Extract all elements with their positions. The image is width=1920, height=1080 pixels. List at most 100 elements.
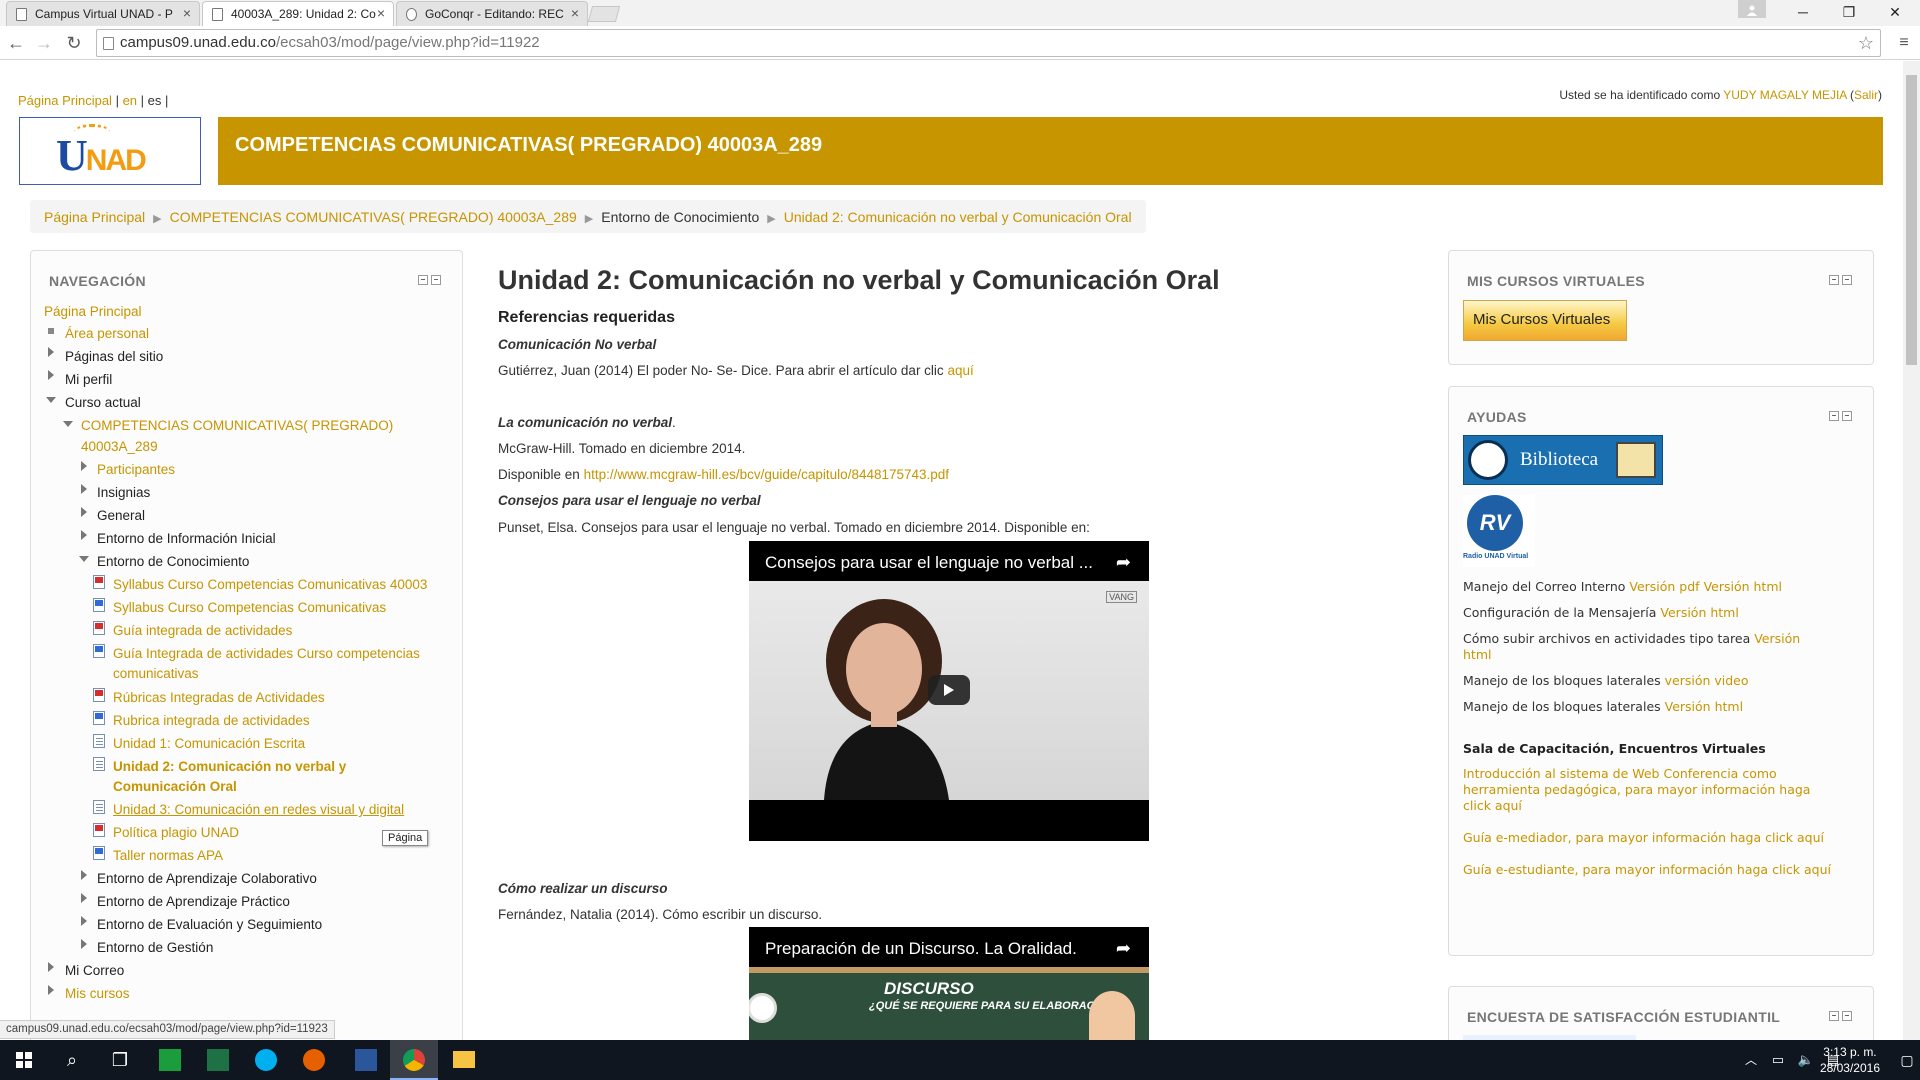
expand-icon[interactable] xyxy=(81,507,87,517)
collapse-icon[interactable] xyxy=(418,275,428,285)
nav-current-course[interactable]: Curso actual xyxy=(65,395,141,410)
nav-rubrica-2[interactable]: Rubrica integrada de actividades xyxy=(113,713,310,728)
nav-unidad-1[interactable]: Unidad 1: Comunicación Escrita xyxy=(113,736,305,751)
block-controls[interactable] xyxy=(1829,409,1855,421)
play-button[interactable] xyxy=(928,675,970,705)
expand-icon[interactable] xyxy=(81,916,87,926)
expand-icon[interactable] xyxy=(81,461,87,471)
breadcrumb-current[interactable]: Unidad 2: Comunicación no verbal y Comun… xyxy=(784,209,1132,225)
bloques-html-link[interactable]: Versión html xyxy=(1665,699,1743,714)
mcgraw-hill-link[interactable]: http://www.mcgraw-hill.es/bcv/guide/capi… xyxy=(584,467,949,482)
firefox-icon[interactable] xyxy=(290,1040,338,1080)
nav-course-name[interactable]: COMPETENCIAS COMUNICATIVAS( PREGRADO) xyxy=(81,418,393,433)
reload-icon[interactable]: ↻ xyxy=(62,31,86,55)
nav-general[interactable]: General xyxy=(97,508,145,523)
nav-badges[interactable]: Insignias xyxy=(97,485,150,500)
close-icon[interactable]: × xyxy=(571,5,579,21)
nav-gestion[interactable]: Entorno de Gestión xyxy=(97,940,213,955)
bloques-video-link[interactable]: versión video xyxy=(1665,673,1749,688)
close-window-button[interactable]: ✕ xyxy=(1872,1,1918,23)
nav-guia-1[interactable]: Guía integrada de actividades xyxy=(113,623,292,638)
correo-html-link[interactable]: Versión html xyxy=(1704,579,1782,594)
expand-icon[interactable] xyxy=(81,893,87,903)
nav-practico[interactable]: Entorno de Aprendizaje Práctico xyxy=(97,894,290,909)
nav-taller-apa[interactable]: Taller normas APA xyxy=(113,848,223,863)
collapse-arrow-icon[interactable] xyxy=(63,421,73,427)
network-icon[interactable]: ▭ xyxy=(1764,1040,1792,1080)
expand-icon[interactable] xyxy=(81,484,87,494)
nav-colaborativo[interactable]: Entorno de Aprendizaje Colaborativo xyxy=(97,871,317,886)
user-profile-icon[interactable] xyxy=(1738,0,1766,18)
dock-icon[interactable] xyxy=(431,275,441,285)
video-title[interactable]: Consejos para usar el lenguaje no verbal… xyxy=(765,553,1093,573)
word-icon[interactable] xyxy=(342,1040,390,1080)
nav-course-code[interactable]: 40003A_289 xyxy=(81,439,158,454)
block-controls[interactable] xyxy=(418,273,444,285)
nav-home[interactable]: Página Principal xyxy=(44,304,142,319)
close-icon[interactable]: × xyxy=(377,5,385,21)
dock-icon[interactable] xyxy=(1842,1011,1852,1021)
clock[interactable]: 3:13 p. m. 28/03/2016 xyxy=(1820,1044,1880,1076)
mensajeria-html-link[interactable]: Versión html xyxy=(1660,605,1738,620)
nav-guia-2[interactable]: Guía Integrada de actividades Curso comp… xyxy=(113,646,420,661)
nav-evaluacion[interactable]: Entorno de Evaluación y Seguimiento xyxy=(97,917,322,932)
nav-syllabus-2[interactable]: Syllabus Curso Competencias Comunicativa… xyxy=(113,600,386,615)
nav-participants[interactable]: Participantes xyxy=(97,462,175,477)
subir-archivos-link[interactable]: Versión xyxy=(1754,631,1800,646)
nav-unidad-2[interactable]: Unidad 2: Comunicación no verbal y xyxy=(113,759,346,774)
nav-conocimiento[interactable]: Entorno de Conocimiento xyxy=(97,554,249,569)
sala-link-1[interactable]: Introducción al sistema de Web Conferenc… xyxy=(1463,766,1777,782)
collapse-arrow-icon[interactable] xyxy=(79,556,89,562)
nav-politica-plagio[interactable]: Política plagio UNAD xyxy=(113,825,239,840)
nav-rubricas-1[interactable]: Rúbricas Integradas de Actividades xyxy=(113,690,325,705)
scrollbar-thumb[interactable] xyxy=(1906,75,1917,365)
search-icon[interactable]: ⌕ xyxy=(48,1040,96,1080)
video-title[interactable]: Preparación de un Discurso. La Oralidad. xyxy=(765,939,1077,959)
page-scrollbar[interactable] xyxy=(1903,61,1920,1040)
app-green-icon[interactable] xyxy=(146,1040,194,1080)
nav-mi-correo[interactable]: Mi Correo xyxy=(65,963,124,978)
minimize-button[interactable]: ─ xyxy=(1780,1,1826,23)
collapse-icon[interactable] xyxy=(1829,275,1839,285)
logout-link[interactable]: Salir xyxy=(1854,88,1878,102)
home-link[interactable]: Página Principal xyxy=(18,93,112,108)
block-controls[interactable] xyxy=(1829,273,1855,285)
nav-guia-2-cont[interactable]: comunicativas xyxy=(113,666,199,681)
aqui-link[interactable]: aquí xyxy=(947,363,973,378)
star-icon[interactable]: ☆ xyxy=(1858,30,1874,56)
expand-icon[interactable] xyxy=(48,962,54,972)
windows-start-icon[interactable] xyxy=(0,1040,48,1080)
chrome-icon[interactable] xyxy=(390,1040,438,1080)
nav-site-pages[interactable]: Páginas del sitio xyxy=(65,349,163,364)
nav-unidad-3[interactable]: Unidad 3: Comunicación en redes visual y… xyxy=(113,802,404,817)
file-explorer-icon[interactable] xyxy=(440,1040,488,1080)
nav-unidad-2-cont[interactable]: Comunicación Oral xyxy=(113,779,237,794)
breadcrumb-course[interactable]: COMPETENCIAS COMUNICATIVAS( PREGRADO) 40… xyxy=(170,209,577,225)
chevron-up-icon[interactable]: ︿ xyxy=(1736,1040,1766,1080)
new-tab-button[interactable] xyxy=(587,6,621,22)
dock-icon[interactable] xyxy=(1842,275,1852,285)
forward-icon[interactable]: → xyxy=(32,31,56,55)
address-bar[interactable]: campus09.unad.edu.co/ecsah03/mod/page/vi… xyxy=(96,29,1881,57)
expand-icon[interactable] xyxy=(48,347,54,357)
dock-icon[interactable] xyxy=(1842,411,1852,421)
nav-syllabus-1[interactable]: Syllabus Curso Competencias Comunicativa… xyxy=(113,577,427,592)
sala-link-1-cont[interactable]: click aquí xyxy=(1463,798,1522,814)
excel-icon[interactable] xyxy=(194,1040,242,1080)
nav-mis-cursos[interactable]: Mis cursos xyxy=(65,986,130,1001)
sala-link-mediador[interactable]: Guía e-mediador, para mayor información … xyxy=(1463,830,1824,846)
nav-area-personal[interactable]: Área personal xyxy=(65,326,149,341)
sala-link-1-cont[interactable]: herramienta pedagógica, para mayor infor… xyxy=(1463,782,1810,798)
menu-icon[interactable]: ≡ xyxy=(1892,31,1916,55)
browser-tab-campus[interactable]: Campus Virtual UNAD - P × xyxy=(6,1,200,26)
browser-tab-unidad[interactable]: 40003A_289: Unidad 2: Co × xyxy=(202,1,394,26)
radio-unad-logo[interactable]: RV Radio UNAD Virtual xyxy=(1463,495,1535,567)
breadcrumb-home[interactable]: Página Principal xyxy=(44,209,145,225)
maximize-button[interactable]: ❐ xyxy=(1826,1,1872,23)
video-player-2[interactable]: DISCURSO ¿QUÉ SE REQUIERE PARA SU ELABOR… xyxy=(749,927,1149,1040)
mis-cursos-virtuales-button[interactable]: Mis Cursos Virtuales xyxy=(1463,300,1627,341)
close-icon[interactable]: × xyxy=(183,5,191,21)
expand-icon[interactable] xyxy=(81,870,87,880)
share-icon[interactable]: ➦ xyxy=(1116,552,1131,573)
subir-archivos-html-link[interactable]: html xyxy=(1463,647,1491,662)
